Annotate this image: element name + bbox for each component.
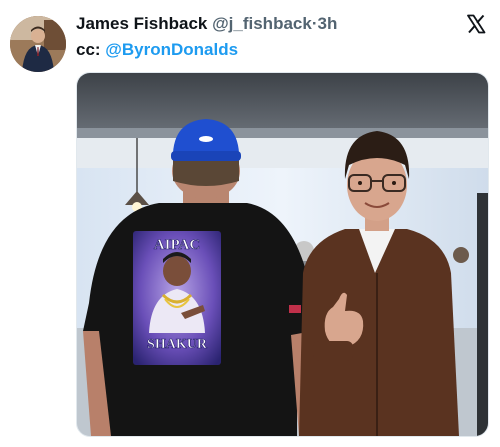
tweet-text: cc: @ByronDonalds xyxy=(76,39,238,61)
user-handle[interactable]: @j_fishback xyxy=(212,14,312,33)
tweet-text-prefix: cc: xyxy=(76,40,106,59)
shirt-top-text: AIPAC xyxy=(154,237,200,253)
tweet-photo[interactable]: AIPAC SHAKUR xyxy=(76,72,489,437)
tweet-header: James Fishback @j_fishback·3h xyxy=(76,13,337,35)
avatar[interactable] xyxy=(10,16,66,72)
timestamp[interactable]: 3h xyxy=(318,14,338,33)
mention-link[interactable]: @ByronDonalds xyxy=(105,40,238,59)
display-name[interactable]: James Fishback xyxy=(76,14,207,33)
photo-illustration: AIPAC SHAKUR xyxy=(77,73,488,436)
x-logo-icon[interactable] xyxy=(466,14,486,34)
shirt-bottom-text: SHAKUR xyxy=(147,337,208,352)
tweet-card[interactable]: James Fishback @j_fishback·3h cc: @Byron… xyxy=(0,0,500,447)
